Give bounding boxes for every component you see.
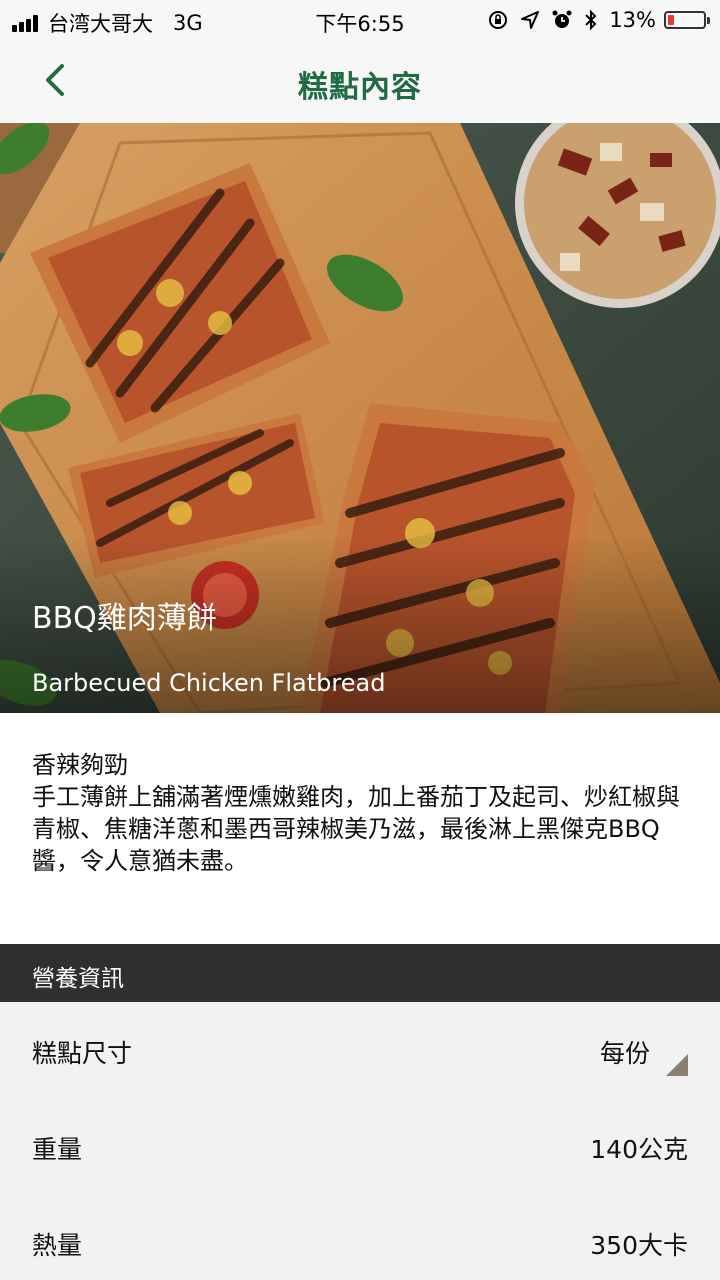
- nutrition-header: 營養資訊: [0, 944, 720, 1002]
- product-name-en: Barbecued Chicken Flatbread: [32, 669, 386, 697]
- description-body: 手工薄餅上舖滿著煙燻嫩雞肉，加上番茄丁及起司、炒紅椒與青椒、焦糖洋蔥和墨西哥辣椒…: [32, 783, 680, 875]
- size-label: 糕點尺寸: [32, 1039, 133, 1068]
- description-tagline: 香辣夠勁: [32, 751, 128, 779]
- rotation-lock-icon: [489, 11, 508, 29]
- status-right: 13%: [487, 8, 710, 32]
- weight-label: 重量: [32, 1135, 83, 1164]
- status-bar: 台湾大哥大 3G 下午6:55 13%: [0, 0, 720, 40]
- battery-percent: 13%: [609, 8, 656, 32]
- nutrition-row-size[interactable]: 糕點尺寸 每份: [0, 1002, 720, 1098]
- location-icon: [521, 11, 540, 29]
- navigation-bar: 糕點內容: [0, 40, 720, 123]
- product-image: BBQ雞肉薄餅 Barbecued Chicken Flatbread: [0, 123, 720, 713]
- description-text: 香辣夠勁 手工薄餅上舖滿著煙燻嫩雞肉，加上番茄丁及起司、炒紅椒與青椒、焦糖洋蔥和…: [32, 749, 692, 877]
- product-name-zh: BBQ雞肉薄餅: [32, 601, 217, 636]
- page-title: 糕點內容: [298, 70, 422, 105]
- nutrition-row-weight: 重量 140公克: [0, 1098, 720, 1194]
- dropdown-corner-icon[interactable]: [666, 1054, 688, 1076]
- calories-label: 熱量: [32, 1231, 83, 1260]
- size-value: 每份: [599, 1039, 650, 1068]
- nutrition-row-calories: 熱量 350大卡: [0, 1194, 720, 1280]
- bluetooth-icon: [585, 9, 597, 31]
- battery-icon: [664, 11, 710, 29]
- nutrition-header-label: 營養資訊: [32, 966, 124, 992]
- calories-value: 350大卡: [590, 1231, 688, 1260]
- weight-value: 140公克: [590, 1135, 688, 1164]
- description-panel: 香辣夠勁 手工薄餅上舖滿著煙燻嫩雞肉，加上番茄丁及起司、炒紅椒與青椒、焦糖洋蔥和…: [0, 713, 720, 944]
- alarm-icon: [552, 10, 572, 28]
